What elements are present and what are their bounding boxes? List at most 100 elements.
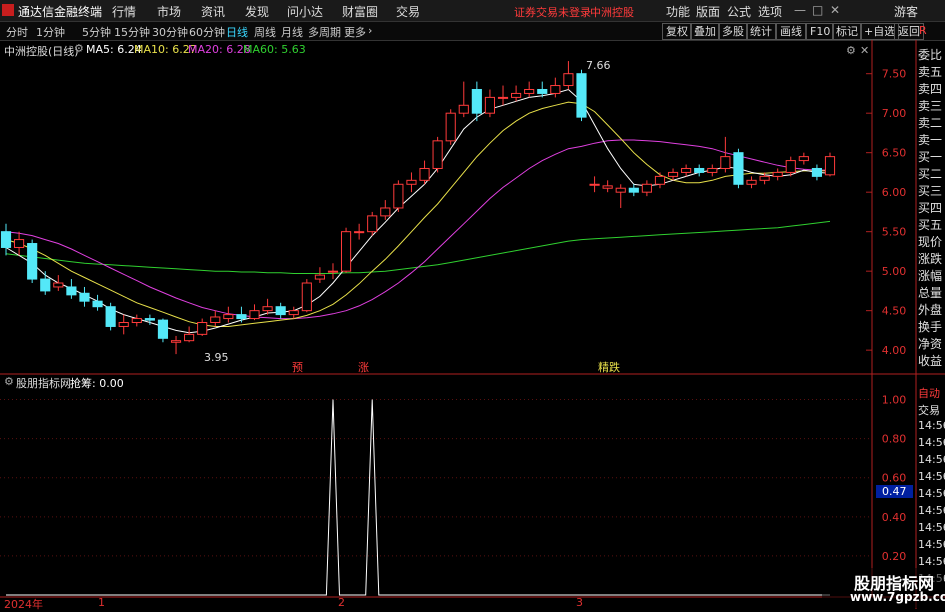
trade-detail-row: 14:56 [918, 419, 945, 432]
candle-body [615, 187, 626, 193]
app-title: 通达信金融终端 [18, 5, 103, 19]
candle-body [131, 318, 142, 324]
candle-body [53, 282, 64, 288]
tab-daily[interactable]: 日线 [226, 24, 248, 40]
kline-chart[interactable]: 7.50 7.00 6.50 6.00 5.50 5.00 4.50 4.00 1.00 0.80… [0, 40, 945, 609]
candle-body [550, 85, 561, 94]
candle-body [354, 231, 365, 234]
close-icon[interactable]: ✕ [830, 3, 840, 17]
candle-body [223, 314, 234, 320]
watermark-box: 股朋指标网 www.7gpzb.com [822, 568, 945, 608]
trade-detail-panel: 自动交易 14:56 14:56 14:56 14:56 14:56 14:56 14:56 1… [918, 385, 945, 589]
quote-field-label: 委比 [918, 48, 943, 62]
menu-options[interactable]: 选项 [758, 3, 782, 20]
candle-body [14, 239, 25, 248]
quote-field-label: 买一 [918, 150, 943, 164]
sub-y-tick-label: 1.00 [882, 394, 907, 407]
menu-market-quotes[interactable]: 行情 [112, 3, 136, 20]
menu-bar: 通达信金融终端 行情 市场 资讯 发现 问小达 财富圈 交易 证券交易未登录 中… [0, 0, 945, 22]
y-tick-label: 7.50 [882, 68, 907, 81]
candle-body [576, 73, 587, 118]
candle-body [314, 274, 325, 280]
minimize-icon[interactable]: — [794, 3, 806, 17]
trade-detail-row: 14:56 [918, 487, 945, 500]
quote-field-label: 总量 [918, 286, 943, 300]
candle-body [798, 156, 809, 162]
signal-series-line [6, 399, 830, 596]
menu-discover[interactable]: 发现 [245, 3, 269, 20]
menu-formula[interactable]: 公式 [727, 3, 751, 20]
sub-y-tick-label: 0.60 [882, 472, 907, 485]
right-panel-badge[interactable]: R [919, 24, 927, 37]
tab-5min[interactable]: 5分钟 [82, 24, 111, 40]
menu-functions[interactable]: 功能 [666, 3, 690, 20]
candle-body [262, 306, 273, 312]
y-tick-label: 7.00 [882, 107, 907, 120]
mark-button[interactable]: 标记 [832, 23, 862, 40]
quote-field-label: 净资 [918, 337, 943, 351]
candle-body [0, 231, 12, 248]
menu-trade[interactable]: 交易 [396, 3, 420, 20]
candle-body [105, 306, 116, 327]
ma60-line [5, 220, 831, 274]
menu-layout[interactable]: 版面 [696, 3, 720, 20]
f10-button[interactable]: F10 [806, 23, 835, 40]
candle-body [301, 282, 312, 312]
tab-1min[interactable]: 1分钟 [36, 24, 65, 40]
tab-multi-period[interactable]: 多周期 [308, 24, 341, 40]
ma10-line [5, 101, 830, 327]
quote-field-label: 涨跌 [918, 252, 943, 266]
menu-market[interactable]: 市场 [157, 3, 181, 20]
tab-intraday[interactable]: 分时 [6, 24, 28, 40]
trade-detail-row: 14:56 [918, 436, 945, 449]
candle-body [824, 156, 836, 176]
quote-field-label: 买三 [918, 184, 943, 198]
tab-30min[interactable]: 30分钟 [152, 24, 188, 40]
candle-body [537, 88, 548, 94]
menu-ask[interactable]: 问小达 [287, 3, 323, 20]
multi-stock-button[interactable]: 多股 [718, 23, 748, 40]
candle-body [628, 187, 639, 193]
candle-body [759, 175, 770, 181]
app-logo-icon [2, 4, 14, 16]
tab-weekly[interactable]: 周线 [254, 24, 276, 40]
tab-60min[interactable]: 60分钟 [189, 24, 225, 40]
signal-label-rise: 涨 [358, 361, 369, 374]
ma60-label: MA60: 5.63 [243, 43, 306, 56]
candle-body [484, 96, 496, 114]
panel-settings-icon[interactable]: ⚙ [846, 44, 856, 57]
trade-login-warning[interactable]: 证券交易未登录 [514, 4, 591, 20]
chevron-right-icon[interactable]: › [368, 24, 372, 37]
adjust-button[interactable]: 复权 [662, 23, 692, 40]
sub-y-tick-label: 0.20 [882, 550, 907, 563]
candle-body [432, 140, 443, 169]
candle-body [654, 175, 666, 185]
y-tick-label: 6.50 [882, 147, 907, 160]
candle-body [641, 183, 652, 193]
overlay-button[interactable]: 叠加 [690, 23, 720, 40]
candle-body [772, 171, 783, 177]
trade-detail-row: 14:56 [918, 453, 945, 466]
tab-15min[interactable]: 15分钟 [114, 24, 150, 40]
settings-icon[interactable]: ⚙ [74, 42, 84, 55]
candle-body [785, 160, 796, 173]
guest-user[interactable]: 游客 [894, 3, 918, 20]
candle-body [170, 340, 182, 343]
sub-panel-settings-icon[interactable]: ⚙ [4, 375, 14, 388]
quote-field-label: 换手 [918, 320, 943, 334]
candle-body [471, 88, 482, 114]
candle-body [406, 179, 417, 185]
candle-body [249, 310, 260, 320]
candle-body [511, 92, 522, 98]
menu-news[interactable]: 资讯 [201, 3, 225, 20]
maximize-icon[interactable]: □ [812, 3, 823, 17]
statistics-button[interactable]: 统计 [746, 23, 776, 40]
tab-monthly[interactable]: 月线 [281, 24, 303, 40]
tab-more[interactable]: 更多 [344, 24, 366, 40]
y-tick-label: 5.50 [882, 226, 907, 239]
draw-line-button[interactable]: 画线 [776, 23, 806, 40]
menu-wealth-circle[interactable]: 财富圈 [342, 3, 378, 20]
y-tick-label: 4.50 [882, 305, 907, 318]
main-panel-title: 中洲控股(日线) [4, 45, 79, 58]
panel-close-icon[interactable]: ✕ [860, 44, 869, 57]
